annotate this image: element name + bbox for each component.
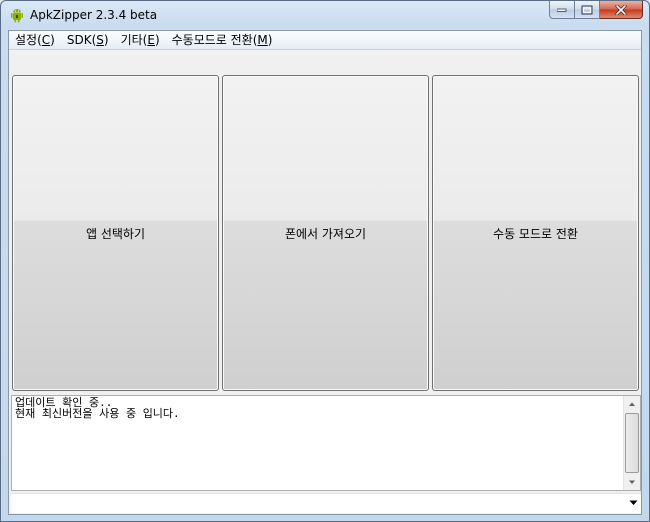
window-title: ApkZipper 2.3.4 beta bbox=[30, 8, 158, 22]
chevron-down-icon bbox=[629, 480, 635, 484]
menu-settings[interactable]: 설정(C) bbox=[9, 31, 61, 49]
minimize-icon bbox=[557, 8, 567, 12]
scroll-thumb[interactable] bbox=[625, 413, 639, 473]
fetch-from-phone-button-label: 폰에서 가져오기 bbox=[284, 226, 367, 241]
menu-sdk[interactable]: SDK(S) bbox=[61, 31, 115, 49]
select-app-button-label: 앱 선택하기 bbox=[85, 226, 145, 241]
menu-settings-close: ) bbox=[50, 33, 55, 47]
app-window: ApkZipper 2.3.4 beta 설정(C) SDK(S) 기타(E) … bbox=[0, 0, 650, 522]
manual-mode-button-label: 수동 모드로 전환 bbox=[493, 226, 578, 241]
manual-mode-button[interactable]: 수동 모드로 전환 bbox=[432, 75, 639, 391]
maximize-button[interactable] bbox=[575, 1, 600, 19]
menu-settings-label: 설정( bbox=[15, 33, 42, 47]
menu-etc-label: 기타( bbox=[120, 33, 148, 47]
menu-manual-mode[interactable]: 수동모드로 전환(M) bbox=[166, 31, 279, 49]
menu-etc-accel: E bbox=[147, 33, 155, 47]
close-icon bbox=[615, 4, 627, 15]
menu-sdk-accel: S bbox=[96, 33, 104, 47]
select-app-button[interactable]: 앱 선택하기 bbox=[12, 75, 219, 391]
menu-settings-accel: C bbox=[41, 33, 51, 47]
menu-manual-mode-accel: M bbox=[257, 33, 268, 47]
close-button[interactable] bbox=[600, 1, 643, 19]
menu-sdk-close: ) bbox=[103, 33, 109, 47]
menu-manual-mode-close: ) bbox=[267, 33, 273, 47]
menu-sdk-label: SDK( bbox=[66, 33, 97, 47]
log-text: 업데이트 확인 중.. 현재 최신버전을 사용 중 입니다. bbox=[15, 396, 180, 420]
caption-buttons bbox=[549, 1, 643, 21]
minimize-button[interactable] bbox=[549, 1, 575, 19]
chevron-up-icon bbox=[629, 402, 635, 406]
menu-etc[interactable]: 기타(E) bbox=[115, 31, 166, 49]
title-bar[interactable]: ApkZipper 2.3.4 beta bbox=[1, 1, 649, 29]
menu-bar: 설정(C) SDK(S) 기타(E) 수동모드로 전환(M) bbox=[9, 31, 641, 50]
menu-etc-close: ) bbox=[154, 33, 160, 47]
log-scrollbar[interactable] bbox=[623, 396, 640, 490]
maximize-icon bbox=[581, 5, 593, 14]
log-textarea[interactable]: 업데이트 확인 중.. 현재 최신버전을 사용 중 입니다. bbox=[11, 395, 641, 491]
client-area: 설정(C) SDK(S) 기타(E) 수동모드로 전환(M) 앱 선택하기 폰에… bbox=[8, 30, 642, 515]
dropdown-arrow-icon[interactable] bbox=[629, 500, 638, 506]
android-robot-icon bbox=[9, 7, 25, 23]
menu-manual-mode-label: 수동모드로 전환( bbox=[171, 33, 258, 47]
scroll-down-arrow[interactable] bbox=[624, 474, 640, 490]
status-combobox[interactable] bbox=[11, 493, 641, 513]
fetch-from-phone-button[interactable]: 폰에서 가져오기 bbox=[222, 75, 429, 391]
scroll-up-arrow[interactable] bbox=[624, 396, 640, 412]
